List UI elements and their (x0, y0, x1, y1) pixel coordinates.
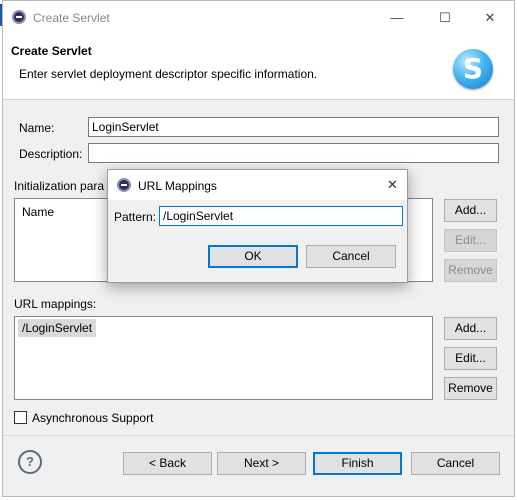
cancel-button[interactable]: Cancel (411, 452, 500, 475)
name-field[interactable]: LoginServlet (88, 117, 499, 137)
dialog-title-bar: URL Mappings ✕ (108, 170, 407, 200)
maximize-button[interactable]: ☐ (433, 7, 457, 29)
url-edit-button[interactable]: Edit... (444, 347, 497, 370)
wizard-title: Create Servlet (11, 44, 92, 58)
url-add-button[interactable]: Add... (444, 317, 497, 340)
url-mappings-list[interactable]: /LoginServlet (14, 316, 433, 400)
dialog-cancel-button[interactable]: Cancel (306, 245, 396, 268)
minimize-button[interactable]: — (385, 7, 409, 29)
init-add-button[interactable]: Add... (444, 199, 497, 222)
url-mapping-item[interactable]: /LoginServlet (18, 319, 97, 337)
init-remove-button[interactable]: Remove (444, 259, 497, 282)
name-label: Name: (19, 121, 55, 135)
window-title: Create Servlet (33, 11, 110, 25)
init-params-label: Initialization para (14, 179, 105, 193)
description-label: Description: (19, 147, 83, 161)
init-edit-button[interactable]: Edit... (444, 229, 497, 252)
servlet-logo-icon: S (453, 49, 493, 89)
eclipse-icon (117, 178, 131, 192)
wizard-header: Create Servlet Enter servlet deployment … (3, 35, 514, 100)
pattern-field[interactable]: /LoginServlet (159, 206, 403, 226)
close-button[interactable]: ✕ (478, 7, 502, 29)
url-mappings-label: URL mappings: (14, 297, 97, 311)
help-icon[interactable]: ? (18, 450, 42, 474)
title-bar: Create Servlet — ☐ ✕ (3, 1, 514, 35)
dialog-title: URL Mappings (138, 179, 217, 193)
async-support-label: Asynchronous Support (32, 411, 154, 425)
description-field[interactable] (88, 143, 499, 163)
back-button[interactable]: < Back (123, 452, 212, 475)
dialog-ok-button[interactable]: OK (208, 245, 298, 268)
column-header-name: Name (22, 205, 55, 219)
pattern-label: Pattern: (114, 210, 157, 224)
dialog-close-button[interactable]: ✕ (387, 177, 398, 193)
footer-divider (3, 435, 514, 436)
wizard-description: Enter servlet deployment descriptor spec… (19, 67, 318, 81)
url-remove-button[interactable]: Remove (444, 377, 497, 400)
url-mappings-dialog: URL Mappings ✕ Pattern: /LoginServlet OK… (107, 169, 408, 283)
async-support-checkbox[interactable] (14, 411, 27, 424)
finish-button[interactable]: Finish (313, 452, 402, 475)
eclipse-icon (12, 10, 26, 24)
next-button[interactable]: Next > (217, 452, 306, 475)
